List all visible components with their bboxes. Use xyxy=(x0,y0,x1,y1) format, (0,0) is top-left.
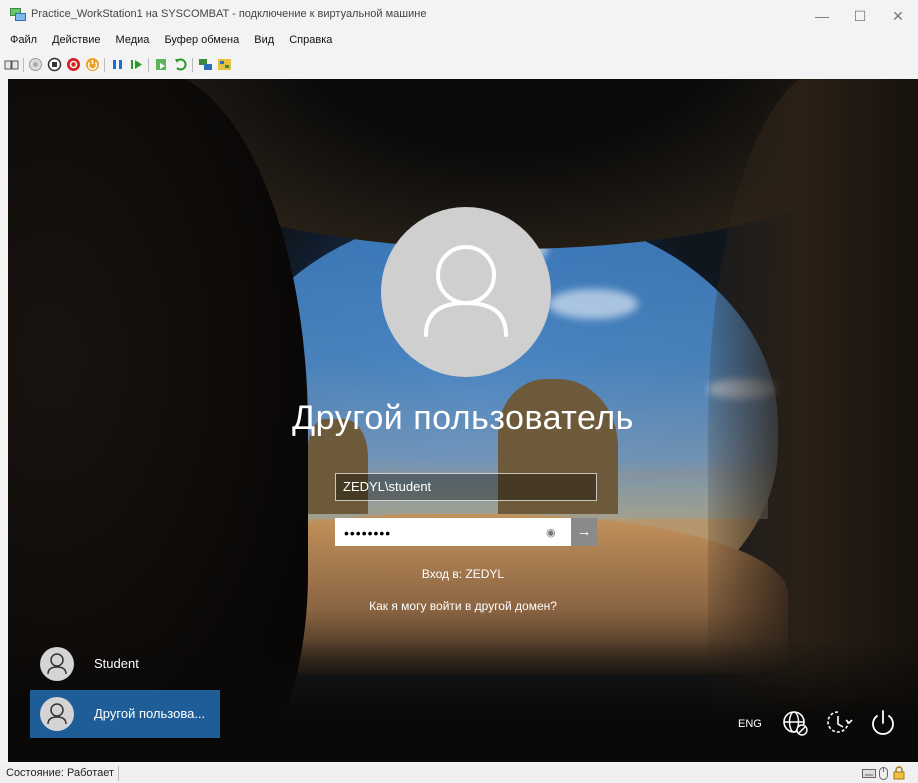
ease-of-access-icon[interactable] xyxy=(824,708,854,738)
input-language-indicator[interactable]: ENG xyxy=(738,718,762,730)
close-button[interactable]: ✕ xyxy=(879,0,917,32)
vm-status: Состояние: Работает xyxy=(6,767,115,779)
menu-action[interactable]: Действие xyxy=(52,34,100,46)
reveal-password-icon[interactable]: ◉ xyxy=(546,526,556,539)
user-tile-other-user[interactable]: Другой пользова... xyxy=(30,690,220,738)
user-tile-label: Student xyxy=(94,656,139,671)
username-input[interactable]: ZEDYL\student xyxy=(335,473,597,501)
person-icon xyxy=(47,703,67,725)
reset-icon[interactable] xyxy=(85,57,100,72)
person-icon xyxy=(424,245,508,337)
password-input[interactable]: •••••••• xyxy=(335,518,571,546)
menu-media[interactable]: Медиа xyxy=(116,34,150,46)
menu-clipboard[interactable]: Буфер обмена xyxy=(164,34,239,46)
sign-in-to-domain: Вход в: ZEDYL xyxy=(421,567,505,581)
mouse-icon xyxy=(879,767,888,780)
window-titlebar: Practice_WorkStation1 на SYSCOMBAT - под… xyxy=(0,0,918,32)
user-display-name: Другой пользователь xyxy=(292,399,634,437)
person-icon xyxy=(47,653,67,675)
keyboard-icon xyxy=(862,769,876,778)
pause-icon[interactable] xyxy=(110,57,125,72)
checkpoint-icon[interactable] xyxy=(154,57,169,72)
menu-file[interactable]: Файл xyxy=(10,34,37,46)
enhanced-session-icon[interactable] xyxy=(198,57,213,72)
avatar xyxy=(40,697,74,731)
user-tile-label: Другой пользова... xyxy=(94,706,206,721)
submit-arrow-button[interactable]: → xyxy=(571,518,597,546)
turn-off-icon[interactable] xyxy=(47,57,62,72)
maximize-button[interactable]: ☐ xyxy=(841,0,879,32)
network-icon[interactable] xyxy=(780,708,810,738)
vm-screen[interactable]: Другой пользователь ZEDYL\student ••••••… xyxy=(8,79,918,762)
toolbar xyxy=(0,54,918,76)
status-bar: Состояние: Работает xyxy=(0,764,918,783)
lock-icon xyxy=(893,766,905,780)
minimize-button[interactable]: — xyxy=(803,0,841,32)
window-title: Practice_WorkStation1 на SYSCOMBAT - под… xyxy=(31,8,427,20)
menu-help[interactable]: Справка xyxy=(289,34,332,46)
shut-down-icon[interactable] xyxy=(66,57,81,72)
revert-icon[interactable] xyxy=(173,57,188,72)
user-tile-student[interactable]: Student xyxy=(30,640,220,688)
power-icon[interactable] xyxy=(868,708,898,738)
ctrl-alt-del-icon[interactable] xyxy=(4,57,19,72)
user-avatar xyxy=(381,207,551,377)
other-domain-link[interactable]: Как я могу войти в другой домен? xyxy=(8,599,918,613)
start-icon[interactable] xyxy=(28,57,43,72)
share-icon[interactable] xyxy=(217,57,232,72)
vm-connection-icon xyxy=(10,8,26,21)
resume-icon[interactable] xyxy=(129,57,144,72)
avatar xyxy=(40,647,74,681)
menu-bar: Файл Действие Медиа Буфер обмена Вид Спр… xyxy=(0,34,334,52)
menu-view[interactable]: Вид xyxy=(254,34,274,46)
